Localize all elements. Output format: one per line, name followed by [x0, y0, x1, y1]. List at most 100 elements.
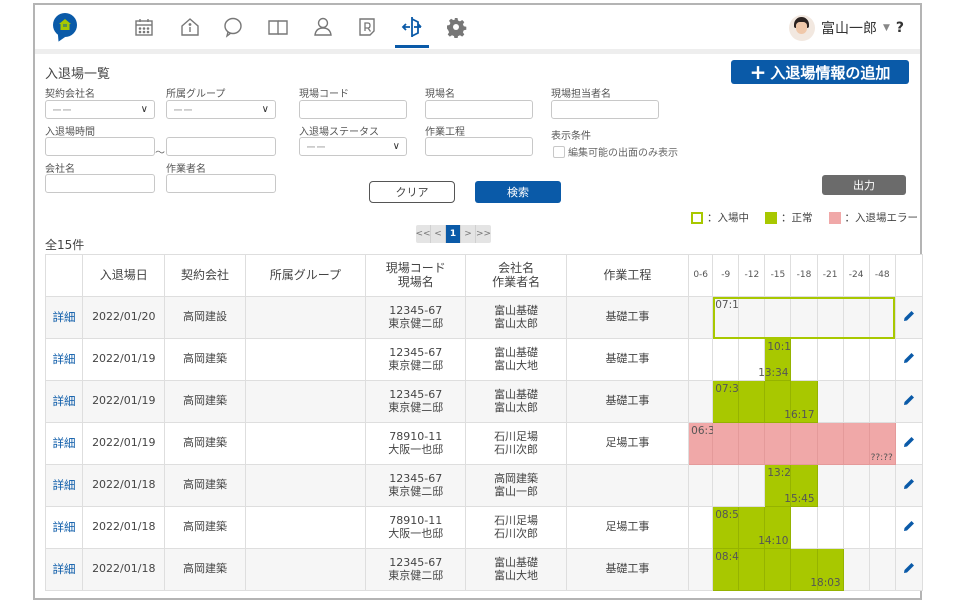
site-name-input[interactable]	[425, 100, 533, 119]
calendar-icon[interactable]	[132, 15, 156, 39]
table-row: 詳細 2022/01/18 高岡建築 12345-67 東京健二邸 高岡建築 富山一郎 13:…	[44, 464, 924, 507]
entry-time-from-input[interactable]	[45, 137, 155, 156]
company-name-input[interactable]	[45, 174, 155, 193]
detail-link[interactable]: 詳細	[53, 478, 76, 492]
col-date[interactable]: 入退場日	[82, 254, 166, 297]
col-company-worker[interactable]: 会社名 作業者名	[465, 254, 567, 297]
worker-name: 富山大地	[494, 358, 539, 372]
end-time: 15:45	[784, 492, 815, 505]
col-process[interactable]: 作業工程	[565, 254, 690, 297]
pager-first[interactable]: <<	[415, 225, 431, 243]
edit-cell[interactable]	[894, 296, 924, 339]
time-slot-cell	[738, 548, 766, 591]
time-slot-cell: 15:45	[784, 464, 818, 507]
detail-link[interactable]: 詳細	[53, 310, 76, 324]
time-slot-cell	[816, 422, 844, 465]
home-logo-icon[interactable]	[53, 13, 77, 37]
add-entry-button[interactable]: + 入退場情報の追加	[731, 60, 909, 84]
user-icon[interactable]	[311, 15, 335, 39]
contract-company-cell: 高岡建築	[164, 464, 246, 507]
process-input[interactable]	[425, 137, 533, 156]
detail-link[interactable]: 詳細	[53, 352, 76, 366]
detail-link[interactable]: 詳細	[53, 562, 76, 576]
detail-link[interactable]: 詳細	[53, 394, 76, 408]
pencil-icon[interactable]	[903, 478, 915, 493]
group-cell	[244, 548, 367, 591]
site-code-input[interactable]	[299, 100, 407, 119]
entry-time-to-input[interactable]	[166, 137, 276, 156]
status-label: 入退場ステータス	[299, 127, 379, 138]
pager-prev[interactable]: <	[431, 225, 446, 243]
pager-next[interactable]: >	[461, 225, 476, 243]
date-cell: 2022/01/18	[82, 506, 166, 549]
detail-link[interactable]: 詳細	[53, 436, 76, 450]
editable-only-checkbox[interactable]: 編集可能の出面のみ表示	[553, 144, 678, 159]
time-slot-cell	[738, 296, 766, 339]
edit-cell[interactable]	[894, 464, 924, 507]
group-select[interactable]: ーー ∨	[166, 100, 276, 119]
col-site[interactable]: 現場コード 現場名	[365, 254, 467, 297]
edit-cell[interactable]	[894, 422, 924, 465]
pencil-icon[interactable]	[903, 352, 915, 367]
pencil-icon[interactable]	[903, 520, 915, 535]
date-cell: 2022/01/18	[82, 464, 166, 507]
search-button[interactable]: 検索	[475, 181, 561, 203]
edit-cell[interactable]	[894, 506, 924, 549]
col-slot: 0-6	[688, 254, 714, 297]
pencil-icon[interactable]	[903, 562, 915, 577]
checkbox-box[interactable]	[553, 145, 565, 158]
contract-company-cell: 高岡建築	[164, 338, 246, 381]
entry-exit-icon[interactable]	[400, 15, 424, 39]
book-icon[interactable]	[266, 15, 290, 39]
detail-link[interactable]: 詳細	[53, 520, 76, 534]
date-cell: 2022/01/19	[82, 380, 166, 423]
site-manager-input[interactable]	[551, 100, 659, 119]
col-contract-company[interactable]: 契約会社	[164, 254, 246, 297]
worker-name-input[interactable]	[166, 174, 276, 193]
site-code: 12345-67	[389, 555, 443, 569]
col-edit	[894, 254, 924, 297]
pager-current[interactable]: 1	[446, 225, 461, 243]
edit-cell[interactable]	[894, 338, 924, 381]
time-slot-cell	[816, 506, 844, 549]
time-slot-cell: 16:17	[784, 380, 818, 423]
site-cell: 12345-67 東京健二邸	[365, 548, 467, 591]
contract-company-cell: 高岡建築	[164, 380, 246, 423]
gear-icon[interactable]	[444, 15, 468, 39]
time-slot-cell: 07:15	[712, 296, 745, 339]
user-menu[interactable]: 富山一郎 ▼ ?	[788, 15, 904, 41]
pencil-icon[interactable]	[903, 436, 915, 451]
worker-name-label: 作業者名	[166, 164, 206, 175]
site-cell: 78910-11 大阪一也邸	[365, 422, 467, 465]
group-label: 所属グループ	[166, 89, 226, 100]
chevron-down-icon: ∨	[140, 104, 148, 115]
export-button[interactable]: 出力	[822, 175, 906, 195]
chat-icon[interactable]	[221, 15, 245, 39]
site-code: 78910-11	[389, 513, 443, 527]
worker-name: 石川次郎	[494, 442, 539, 456]
time-slot-cell	[868, 548, 896, 591]
col-group[interactable]: 所属グループ	[244, 254, 367, 297]
worker-name: 石川次郎	[494, 526, 539, 540]
info-icon[interactable]	[178, 15, 202, 39]
status-select[interactable]: ーー ∨	[299, 137, 407, 156]
pencil-icon[interactable]	[903, 310, 915, 325]
site-name: 東京健二邸	[388, 358, 444, 372]
clear-button[interactable]: クリア	[369, 181, 455, 203]
report-icon[interactable]	[355, 15, 379, 39]
pager-last[interactable]: >>	[476, 225, 491, 243]
company-name: 富山基礎	[494, 303, 539, 317]
help-icon[interactable]: ?	[896, 20, 904, 36]
caret-down-icon[interactable]: ▼	[883, 23, 890, 33]
company-worker-cell: 富山基礎 富山大地	[465, 338, 567, 381]
edit-cell[interactable]	[894, 380, 924, 423]
time-slot-cell: 08:58	[712, 506, 745, 549]
edit-cell[interactable]	[894, 548, 924, 591]
pencil-icon[interactable]	[903, 394, 915, 409]
legend-normal-label: ：正常	[781, 212, 813, 224]
date-cell: 2022/01/19	[82, 338, 166, 381]
end-time: 16:17	[784, 408, 815, 421]
company-worker-cell: 石川足場 石川次郎	[465, 422, 567, 465]
contract-company-select[interactable]: ーー ∨	[45, 100, 155, 119]
worker-name: 富山太郎	[494, 400, 539, 414]
